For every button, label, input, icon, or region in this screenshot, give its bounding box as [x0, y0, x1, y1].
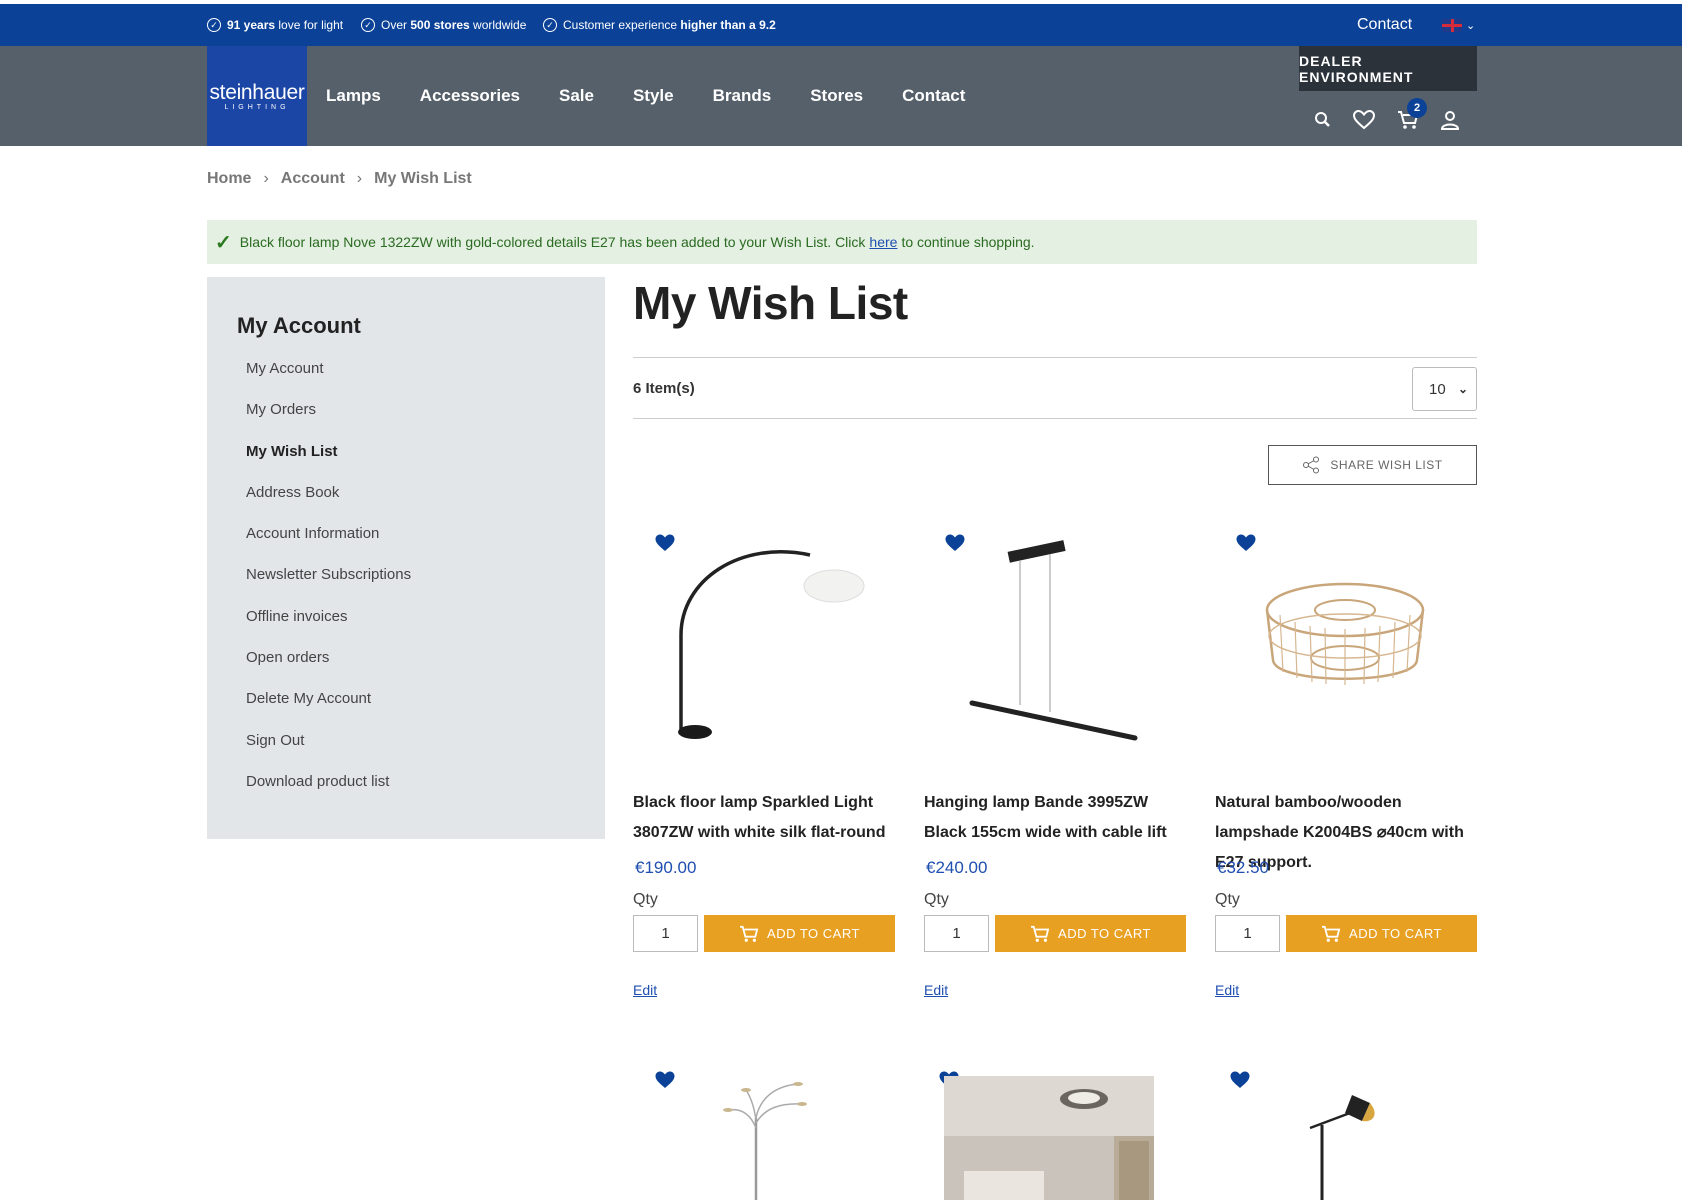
add-to-cart-button[interactable]: ADD TO CART — [995, 915, 1186, 952]
qty-input[interactable]: 1 — [1215, 915, 1280, 952]
check-circle-icon: ✓ — [207, 18, 221, 32]
success-message: ✓ Black floor lamp Nove 1322ZW with gold… — [207, 220, 1477, 264]
product-price: €190.00 — [635, 858, 697, 877]
message-after: to continue shopping. — [901, 234, 1035, 250]
product-image-hanging-lamp[interactable] — [960, 540, 1170, 750]
logo[interactable]: steinhauer LIGHTING — [207, 46, 307, 146]
nav-lamps[interactable]: Lamps — [326, 86, 381, 106]
sidebar-item-delete-account[interactable]: Delete My Account — [246, 689, 411, 730]
language-switcher[interactable]: ⌄ — [1442, 4, 1475, 46]
user-icon[interactable] — [1438, 108, 1462, 132]
breadcrumb-account[interactable]: Account — [281, 170, 345, 188]
share-label: SHARE WISH LIST — [1330, 458, 1443, 472]
top-contact-link[interactable]: Contact — [1357, 4, 1412, 46]
usp-years: ✓ 91 years love for light — [207, 4, 343, 46]
usp-stores: ✓ Over 500 stores worldwide — [361, 4, 526, 46]
share-icon — [1303, 456, 1320, 474]
add-to-cart-label: ADD TO CART — [1349, 926, 1442, 941]
add-to-cart-label: ADD TO CART — [767, 926, 860, 941]
cart-icon — [1322, 925, 1341, 942]
cart-icon — [1031, 925, 1050, 942]
sidebar-item-download-list[interactable]: Download product list — [246, 772, 411, 813]
page-title: My Wish List — [633, 277, 908, 329]
divider — [633, 418, 1477, 419]
breadcrumb: Home › Account › My Wish List — [207, 170, 472, 188]
cart-count-badge: 2 — [1407, 98, 1427, 118]
account-sidebar: My Account My Account My Orders My Wish … — [207, 277, 605, 839]
sidebar-item-my-wish-list: My Wish List — [246, 442, 338, 460]
add-to-cart-button[interactable]: ADD TO CART — [1286, 915, 1477, 952]
logo-name: steinhauer — [209, 81, 305, 104]
product-name[interactable]: Hanging lamp Bande 3995ZW Black 155cm wi… — [924, 788, 1194, 848]
qty-label: Qty — [633, 891, 658, 908]
qty-input[interactable]: 1 — [633, 915, 698, 952]
uk-flag-icon — [1442, 18, 1462, 32]
sidebar-item-account-information[interactable]: Account Information — [246, 524, 411, 565]
nav-brands[interactable]: Brands — [713, 86, 772, 106]
product-image-black-floor-lamp[interactable] — [1300, 1085, 1400, 1200]
qty-label: Qty — [924, 891, 949, 908]
check-circle-icon: ✓ — [361, 18, 375, 32]
chevron-right-icon: › — [263, 170, 269, 187]
sidebar-item-offline-invoices[interactable]: Offline invoices — [246, 607, 411, 648]
share-wish-list-button[interactable]: SHARE WISH LIST — [1268, 445, 1477, 485]
search-icon[interactable] — [1311, 108, 1335, 132]
check-circle-icon: ✓ — [543, 18, 557, 32]
chevron-down-icon: ⌄ — [1457, 382, 1468, 396]
nav-style[interactable]: Style — [633, 86, 674, 106]
cart-icon — [740, 925, 759, 942]
product-image-bamboo-shade[interactable] — [1255, 570, 1435, 720]
divider — [633, 357, 1477, 358]
sidebar-item-my-orders[interactable]: My Orders — [246, 400, 411, 441]
sidebar-item-my-account[interactable]: My Account — [246, 359, 411, 400]
limiter-value: 10 — [1429, 380, 1446, 398]
usp-experience: ✓ Customer experience higher than a 9.2 — [543, 4, 776, 46]
sidebar-item-open-orders[interactable]: Open orders — [246, 648, 411, 689]
product-price: €32.50 — [1217, 858, 1269, 877]
heart-icon[interactable] — [1352, 108, 1376, 132]
nav-contact[interactable]: Contact — [902, 86, 965, 106]
nav-stores[interactable]: Stores — [810, 86, 863, 106]
breadcrumb-current: My Wish List — [374, 170, 472, 187]
wishlist-heart-icon[interactable] — [1236, 534, 1256, 552]
add-to-cart-label: ADD TO CART — [1058, 926, 1151, 941]
nav-accessories[interactable]: Accessories — [420, 86, 520, 106]
wishlist-heart-icon[interactable] — [1230, 1071, 1250, 1089]
add-to-cart-button[interactable]: ADD TO CART — [704, 915, 895, 952]
product-image-arc-floor-lamp[interactable] — [720, 1078, 820, 1200]
chevron-down-icon: ⌄ — [1466, 19, 1476, 32]
sidebar-item-newsletter[interactable]: Newsletter Subscriptions — [246, 565, 411, 606]
sidebar-menu: My Account My Orders My Wish List Addres… — [246, 359, 411, 813]
nav-sale[interactable]: Sale — [559, 86, 594, 106]
edit-link[interactable]: Edit — [1215, 982, 1239, 998]
product-image-floor-lamp[interactable] — [660, 540, 870, 750]
message-text: Black floor lamp Nove 1322ZW with gold-c… — [239, 234, 866, 250]
continue-shopping-link[interactable]: here — [869, 234, 897, 250]
main-nav: Lamps Accessories Sale Style Brands Stor… — [326, 46, 1004, 146]
product-price: €240.00 — [926, 858, 988, 877]
checkmark-icon: ✓ — [215, 231, 232, 254]
top-bar: ✓ 91 years love for light ✓ Over 500 sto… — [0, 4, 1682, 46]
sidebar-item-sign-out[interactable]: Sign Out — [246, 731, 411, 772]
product-image-ceiling-lamp-room[interactable] — [944, 1076, 1154, 1200]
logo-sub: LIGHTING — [224, 104, 290, 111]
limiter-select[interactable]: 10 ⌄ — [1412, 367, 1477, 411]
chevron-right-icon: › — [356, 170, 363, 187]
product-name[interactable]: Black floor lamp Sparkled Light 3807ZW w… — [633, 788, 903, 848]
item-count: 6 Item(s) — [633, 380, 695, 397]
sidebar-item-address-book[interactable]: Address Book — [246, 483, 411, 524]
edit-link[interactable]: Edit — [924, 982, 948, 998]
breadcrumb-home[interactable]: Home — [207, 170, 251, 188]
qty-input[interactable]: 1 — [924, 915, 989, 952]
edit-link[interactable]: Edit — [633, 982, 657, 998]
dealer-environment-button[interactable]: DEALER ENVIRONMENT — [1299, 46, 1477, 91]
qty-label: Qty — [1215, 891, 1240, 908]
wishlist-heart-icon[interactable] — [655, 1071, 675, 1089]
sidebar-title: My Account — [237, 313, 361, 338]
